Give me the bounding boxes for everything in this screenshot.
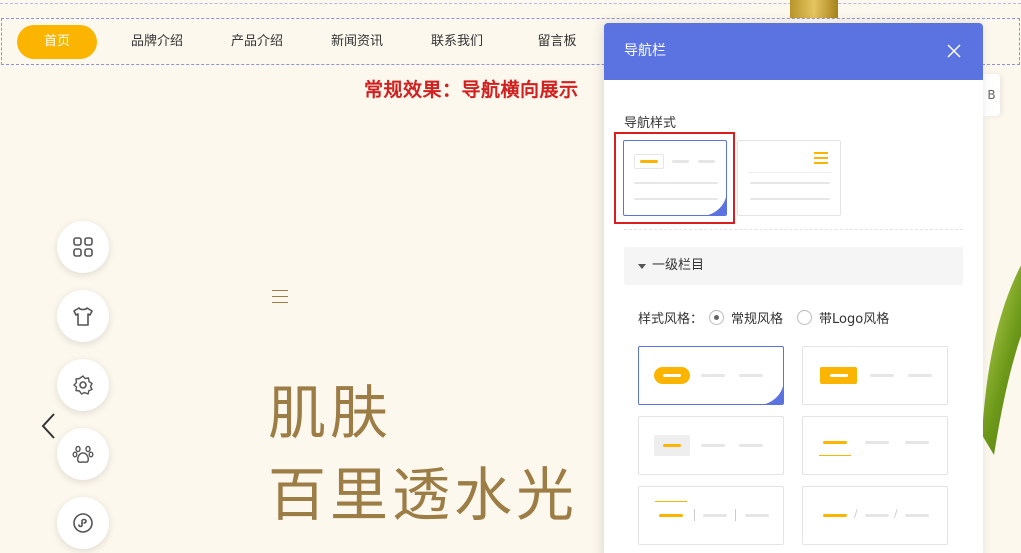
menu-style-separator-option[interactable] <box>638 486 784 545</box>
decorative-leaf <box>982 265 1021 455</box>
selected-check-icon <box>764 385 783 404</box>
highlight-frame <box>614 132 735 224</box>
nav-settings-panel: 导航栏 导航样式 一级栏目 样式风格： 常规风格 带Logo风格 / / <box>604 23 983 553</box>
headline-caption: 常规效果：导航横向展示 <box>364 79 579 101</box>
level-section-toggle[interactable]: 一级栏目 <box>624 247 963 285</box>
panel-side-tab[interactable]: B <box>983 74 1000 116</box>
hero-title-line1: 肌肤 <box>268 379 393 447</box>
level-label: 一级栏目 <box>652 258 705 273</box>
radio-logo[interactable] <box>797 309 813 325</box>
hamburger-menu-icon[interactable] <box>272 290 288 303</box>
hero-title-line2: 百里透水光 <box>268 461 579 529</box>
tshirt-icon-button[interactable] <box>57 290 109 342</box>
menu-style-slash-option[interactable]: / / <box>802 486 948 545</box>
caret-down-icon <box>638 264 646 269</box>
nav-style-hamburger-option[interactable] <box>737 140 841 216</box>
grid-icon-button[interactable] <box>57 221 109 273</box>
decorative-gold-bar <box>790 0 838 20</box>
radio-normal[interactable] <box>709 309 725 325</box>
top-dashed-strip <box>0 0 1021 4</box>
paw-icon-button[interactable] <box>57 428 109 480</box>
menu-style-underline-option[interactable] <box>802 416 948 475</box>
nav-item-guestbook[interactable]: 留言板 <box>522 25 592 59</box>
mini-program-icon <box>73 513 93 533</box>
grid-icon <box>73 237 93 257</box>
section-divider <box>624 229 963 230</box>
menu-style-pill-option[interactable] <box>638 346 784 405</box>
style-radio-group: 样式风格： 常规风格 带Logo风格 <box>638 307 889 327</box>
panel-title: 导航栏 <box>624 43 666 59</box>
nav-item-contact[interactable]: 联系我们 <box>422 25 492 59</box>
tshirt-icon <box>73 307 93 326</box>
panel-header: 导航栏 <box>604 23 983 80</box>
nav-item-brand[interactable]: 品牌介绍 <box>122 25 192 59</box>
paw-icon <box>72 445 94 463</box>
menu-style-block-option[interactable] <box>802 346 948 405</box>
nav-item-home[interactable]: 首页 <box>17 25 97 59</box>
style-option-logo[interactable]: 带Logo风格 <box>797 308 889 327</box>
menu-style-grey-block-option[interactable] <box>638 416 784 475</box>
nav-style-label: 导航样式 <box>624 116 677 131</box>
mini-program-icon-button[interactable] <box>57 497 109 549</box>
settings-icon <box>73 375 93 395</box>
style-label: 样式风格： <box>638 311 704 327</box>
style-option-normal-label: 常规风格 <box>731 311 784 327</box>
chevron-left-icon[interactable] <box>40 412 58 440</box>
style-option-logo-label: 带Logo风格 <box>819 311 890 327</box>
nav-item-products[interactable]: 产品介绍 <box>222 25 292 59</box>
close-icon[interactable] <box>947 44 961 58</box>
nav-item-news[interactable]: 新闻资讯 <box>322 25 392 59</box>
settings-icon-button[interactable] <box>57 359 109 411</box>
style-option-normal[interactable]: 常规风格 <box>709 308 783 327</box>
